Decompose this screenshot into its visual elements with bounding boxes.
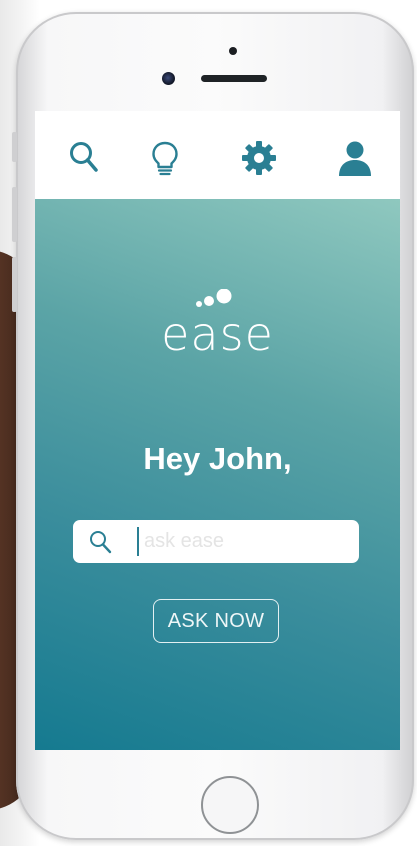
ask-now-button[interactable]: ASK NOW	[153, 599, 279, 643]
brand-logo-text: ease	[161, 307, 274, 361]
search-icon[interactable]	[65, 138, 105, 178]
earpiece-sensor	[229, 47, 237, 55]
search-icon	[87, 529, 113, 555]
speaker-grille	[201, 75, 267, 82]
main-content: ease Hey John, ASK NOW	[35, 199, 400, 750]
app-screen: ease Hey John, ASK NOW	[35, 111, 400, 750]
front-camera	[162, 72, 175, 85]
gear-icon[interactable]	[239, 138, 279, 178]
lightbulb-icon[interactable]	[145, 138, 185, 178]
search-input[interactable]	[137, 527, 342, 556]
greeting-heading: Hey John,	[143, 441, 292, 476]
side-button	[12, 257, 17, 312]
home-button[interactable]	[201, 776, 259, 834]
user-icon[interactable]	[335, 138, 375, 178]
side-button	[12, 187, 17, 242]
top-navigation-bar	[35, 111, 400, 199]
stage: ease Hey John, ASK NOW	[0, 0, 417, 846]
side-button	[12, 132, 17, 162]
search-box[interactable]	[73, 520, 359, 563]
